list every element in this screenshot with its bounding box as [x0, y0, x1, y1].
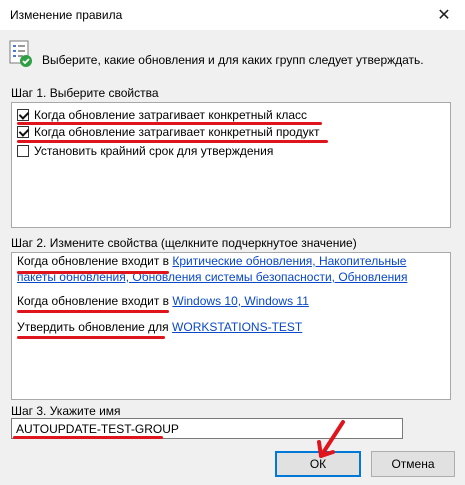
property-deadline[interactable]: Установить крайний срок для утверждения: [17, 142, 273, 159]
intro-text: Выберите, какие обновления и для каких г…: [42, 53, 424, 67]
rule-description: Когда обновление входит в Критические об…: [11, 252, 451, 400]
rule2-line: Когда обновление входит в Windows 10, Wi…: [17, 293, 309, 309]
checklist-icon: [9, 40, 32, 67]
rule3-prefix: Утвердить обновление для: [17, 320, 169, 334]
title-bar: Изменение правила ✕: [0, 0, 465, 30]
rule1-prefix: Когда обновление входит в: [17, 254, 170, 268]
property-product-label: Когда обновление затрагивает конкретный …: [34, 124, 320, 139]
property-class[interactable]: Когда обновление затрагивает конкретный …: [17, 106, 307, 123]
deadline-checkbox[interactable]: [17, 144, 29, 157]
group-link[interactable]: WORKSTATIONS-TEST: [172, 320, 302, 334]
annotation-underline: [17, 336, 165, 339]
cancel-button[interactable]: Отмена: [371, 451, 455, 477]
step3-label: Шаг 3. Укажите имя: [11, 404, 121, 418]
property-class-label: Когда обновление затрагивает конкретный …: [34, 107, 308, 122]
annotation-underline: [17, 310, 169, 313]
classification-link[interactable]: Критические обновления, Накопительные: [172, 254, 406, 268]
window-title: Изменение правила: [10, 8, 123, 22]
step2-label: Шаг 2. Измените свойства (щелкните подче…: [11, 236, 357, 250]
rule3-line: Утвердить обновление для WORKSTATIONS-TE…: [17, 319, 302, 335]
rule1-line1: Когда обновление входит в Критические об…: [17, 253, 406, 269]
product-checkbox[interactable]: [17, 125, 29, 138]
close-icon[interactable]: ✕: [433, 4, 455, 26]
property-deadline-label: Установить крайний срок для утверждения: [34, 143, 274, 158]
step1-label: Шаг 1. Выберите свойства: [11, 86, 159, 100]
annotation-underline: [17, 271, 169, 274]
annotation-underline: [13, 436, 163, 439]
rule2-prefix: Когда обновление входит в: [17, 294, 170, 308]
properties-list: Когда обновление затрагивает конкретный …: [11, 102, 451, 228]
property-product[interactable]: Когда обновление затрагивает конкретный …: [17, 123, 319, 140]
class-checkbox[interactable]: [17, 108, 29, 121]
annotation-arrow-icon: [317, 420, 345, 458]
product-link[interactable]: Windows 10, Windows 11: [172, 294, 309, 308]
